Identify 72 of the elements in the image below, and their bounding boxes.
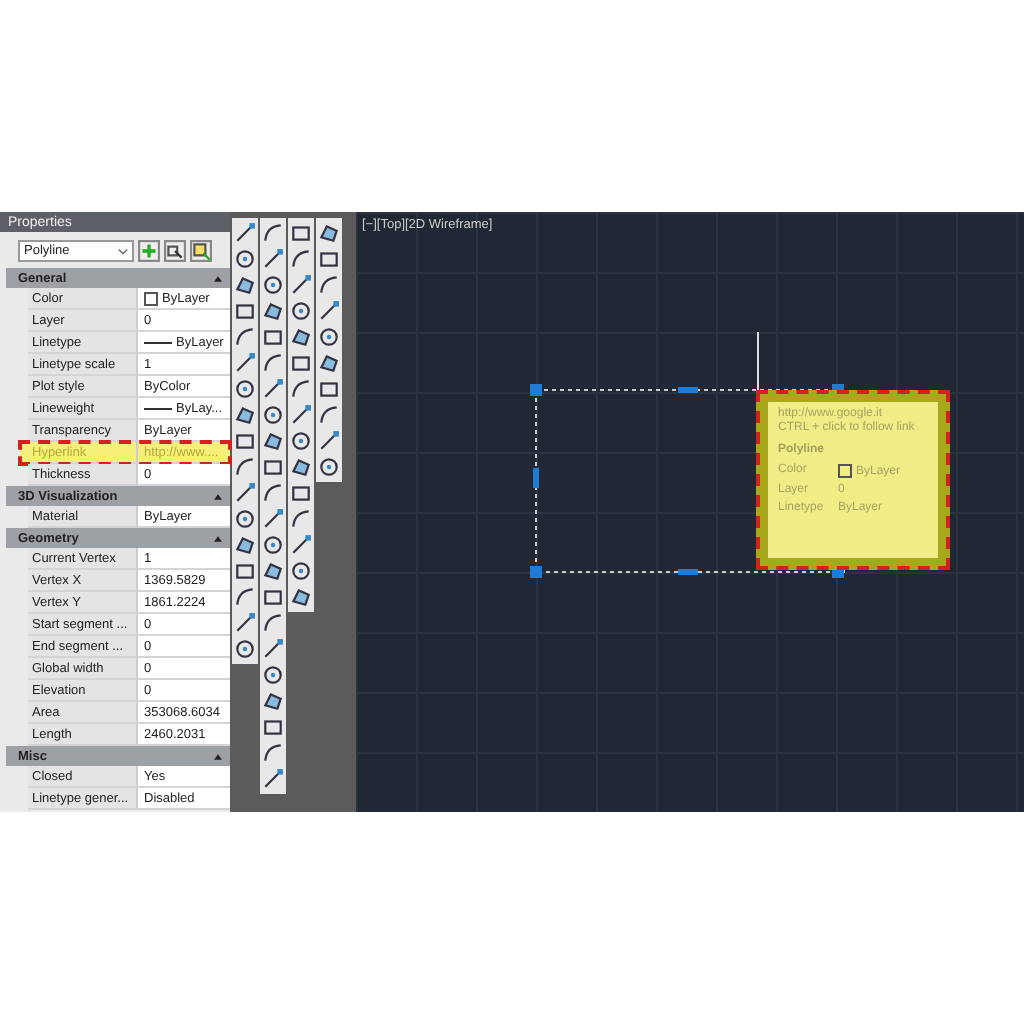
toolbar-tool-icon[interactable] — [262, 352, 284, 374]
crosshair-cursor — [754, 332, 762, 392]
toolbar-tool-icon[interactable] — [290, 274, 312, 296]
toolbar-tool-icon[interactable] — [234, 430, 256, 452]
toolbar-tool-icon[interactable] — [262, 326, 284, 348]
toolbar-tool-icon[interactable] — [262, 404, 284, 426]
toolbar-tool-icon[interactable] — [262, 612, 284, 634]
toolbar-tool-icon[interactable] — [318, 430, 340, 452]
toolbar-tool-icon[interactable] — [290, 430, 312, 452]
toolbar-tool-icon[interactable] — [262, 430, 284, 452]
toolbar-tool-icon[interactable] — [262, 456, 284, 478]
toolbar-tool-icon[interactable] — [290, 404, 312, 426]
toolbar-tool-icon[interactable] — [262, 378, 284, 400]
toolbar-tool-icon[interactable] — [234, 378, 256, 400]
toolbar-tool-icon[interactable] — [290, 326, 312, 348]
toolbar-tool-icon[interactable] — [262, 742, 284, 764]
toolbar-tool-icon[interactable] — [262, 638, 284, 660]
toolbar-tool-icon[interactable] — [318, 378, 340, 400]
toolbar-tool-icon[interactable] — [290, 508, 312, 530]
toolbar-tool-icon[interactable] — [290, 352, 312, 374]
toolbar-tool-icon[interactable] — [262, 534, 284, 556]
toolbar-tool-icon[interactable] — [290, 586, 312, 608]
toolbar-tool-icon[interactable] — [262, 664, 284, 686]
toolbar-tool-icon[interactable] — [290, 248, 312, 270]
toolbar-tool-icon[interactable] — [262, 222, 284, 244]
toolbar-tool-icon[interactable] — [234, 404, 256, 426]
quick-select-icon[interactable] — [190, 240, 212, 262]
toolbar-tool-icon[interactable] — [262, 690, 284, 712]
toolbar-tool-icon[interactable] — [290, 560, 312, 582]
toolbar-tool-icon[interactable] — [234, 534, 256, 556]
collapse-arrow-icon — [214, 535, 222, 541]
select-objects-icon[interactable] — [164, 240, 186, 262]
toolbar-tool-icon[interactable] — [318, 326, 340, 348]
toolbar-tool-icon[interactable] — [234, 482, 256, 504]
toolbar-tool-icon[interactable] — [262, 248, 284, 270]
toolbar-tool-icon[interactable] — [318, 274, 340, 296]
toolbar-tool-icon[interactable] — [290, 534, 312, 556]
toolbar-tool-icon[interactable] — [318, 300, 340, 322]
toolbar-tool-icon[interactable] — [234, 508, 256, 530]
toolbar-tool-icon[interactable] — [234, 300, 256, 322]
toolbar-tool-icon[interactable] — [290, 482, 312, 504]
toolbar-tool-icon[interactable] — [318, 404, 340, 426]
toolbar-tool-icon[interactable] — [262, 508, 284, 530]
toolbar-tool-icon[interactable] — [234, 638, 256, 660]
toolbar-tool-icon[interactable] — [234, 586, 256, 608]
toolbar-tool-icon[interactable] — [318, 222, 340, 244]
toolbar-tool-icon[interactable] — [234, 274, 256, 296]
toolbar-tool-icon[interactable] — [234, 352, 256, 374]
toolbar-tool-icon[interactable] — [234, 456, 256, 478]
toolbar-tool-icon[interactable] — [290, 300, 312, 322]
toolbar-tool-icon[interactable] — [234, 248, 256, 270]
toolbar-tool-icon[interactable] — [318, 248, 340, 270]
collapse-arrow-icon — [214, 493, 222, 499]
toolbar-tool-icon[interactable] — [262, 716, 284, 738]
caret-icon — [118, 247, 128, 255]
toolbar-tool-icon[interactable] — [318, 352, 340, 374]
toolbar-tool-icon[interactable] — [262, 768, 284, 790]
toolbar-tool-icon[interactable] — [290, 378, 312, 400]
toolbar-tool-icon[interactable] — [234, 612, 256, 634]
collapse-arrow-icon — [214, 753, 222, 759]
toolbar-tool-icon[interactable] — [262, 274, 284, 296]
toolbar-tool-icon[interactable] — [234, 560, 256, 582]
toolbar-tool-icon[interactable] — [234, 326, 256, 348]
toolbar-tool-icon[interactable] — [234, 222, 256, 244]
toolbar-tool-icon[interactable] — [318, 456, 340, 478]
toolbar-tool-icon[interactable] — [262, 482, 284, 504]
toolbar-tool-icon[interactable] — [290, 456, 312, 478]
toolbar-tool-icon[interactable] — [262, 300, 284, 322]
toolbar-tool-icon[interactable] — [262, 560, 284, 582]
collapse-arrow-icon — [214, 275, 222, 281]
toolbar-tool-icon[interactable] — [262, 586, 284, 608]
toolbar-tool-icon[interactable] — [290, 222, 312, 244]
